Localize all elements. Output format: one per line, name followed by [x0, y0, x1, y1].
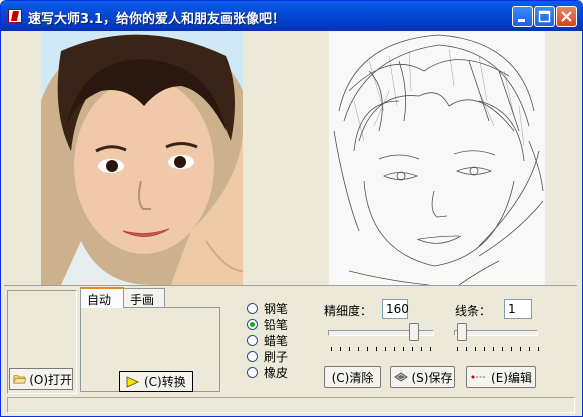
maximize-button[interactable]	[534, 6, 555, 27]
clear-button[interactable]: (C)清除	[324, 366, 381, 388]
play-arrow-icon	[126, 375, 140, 388]
radio-brush[interactable]: 刷子	[247, 348, 288, 364]
edit-pen-icon	[471, 375, 487, 379]
radio-pen-label: 钢笔	[264, 301, 289, 316]
app-icon[interactable]	[8, 9, 22, 23]
line-label: 线条：	[455, 304, 492, 318]
save-button[interactable]: (S)保存	[390, 366, 455, 388]
radio-crayon-label: 蜡笔	[264, 333, 289, 348]
radio-pencil-label: 铅笔	[264, 317, 289, 332]
portrait-photo-image	[41, 31, 243, 285]
main-window: 速写大师3.1，给你的爱人和朋友画张像吧！ (O)打开 自动 手画 (C)转换 …	[0, 0, 583, 417]
window-title: 速写大师3.1，给你的爱人和朋友画张像吧！	[28, 12, 286, 27]
minimize-icon	[518, 19, 525, 22]
title-bar[interactable]: 速写大师3.1，给你的爱人和朋友画张像吧！	[1, 1, 582, 31]
line-slider-ticks	[457, 347, 539, 351]
close-button[interactable]	[556, 6, 577, 27]
tab-auto[interactable]: 自动	[80, 287, 124, 308]
precision-slider-ticks	[331, 347, 434, 351]
precision-label: 精细度：	[324, 304, 373, 318]
save-disk-icon	[393, 372, 408, 382]
brush-type-group: 钢笔 铅笔 蜡笔 刷子 橡皮	[247, 300, 288, 380]
save-button-label: (S)保存	[411, 370, 453, 385]
radio-brush-label: 刷子	[264, 349, 289, 364]
precision-value-field[interactable]: 160	[382, 299, 409, 319]
tab-auto-label: 自动	[87, 293, 112, 307]
folder-icon	[13, 375, 27, 384]
line-slider-thumb[interactable]	[457, 323, 467, 341]
radio-pencil-dot[interactable]	[247, 318, 258, 330]
tab-manual-label: 手画	[130, 293, 155, 307]
radio-brush-dot[interactable]	[247, 350, 258, 362]
control-panel: (O)打开 自动 手画 (C)转换 钢笔 铅笔 蜡笔 刷子 橡皮 精细度： 16…	[4, 285, 577, 394]
convert-button[interactable]: (C)转换	[119, 371, 193, 392]
pencil-sketch-image	[329, 31, 545, 285]
tab-content-auto: (C)转换	[80, 307, 220, 392]
radio-crayon[interactable]: 蜡笔	[247, 332, 288, 348]
radio-pen[interactable]: 钢笔	[247, 300, 288, 316]
radio-eraser-dot[interactable]	[247, 366, 258, 378]
tab-manual[interactable]: 手画	[123, 288, 165, 307]
precision-slider-thumb[interactable]	[408, 323, 419, 341]
radio-pen-dot[interactable]	[247, 302, 258, 314]
source-photo	[41, 31, 243, 285]
convert-button-label: (C)转换	[144, 375, 186, 389]
clear-button-label: (C)清除	[331, 370, 374, 385]
client-area: (O)打开 自动 手画 (C)转换 钢笔 铅笔 蜡笔 刷子 橡皮 精细度： 16…	[4, 31, 579, 415]
radio-eraser[interactable]: 橡皮	[247, 364, 288, 380]
sketch-output	[329, 31, 545, 285]
open-button-label: (O)打开	[29, 372, 72, 387]
radio-pencil[interactable]: 铅笔	[247, 316, 288, 332]
edit-button-label: (E)编辑	[491, 370, 532, 385]
edit-button[interactable]: (E)编辑	[466, 366, 536, 388]
minimize-button[interactable]	[512, 6, 533, 27]
radio-crayon-dot[interactable]	[247, 334, 258, 346]
open-button[interactable]: (O)打开	[9, 368, 73, 390]
line-value-field[interactable]: 1	[504, 299, 532, 319]
close-icon	[561, 11, 572, 22]
radio-eraser-label: 橡皮	[264, 365, 289, 380]
mode-tabs: 自动 手画 (C)转换	[80, 287, 220, 392]
maximize-icon	[538, 10, 551, 23]
status-bar	[7, 397, 575, 413]
